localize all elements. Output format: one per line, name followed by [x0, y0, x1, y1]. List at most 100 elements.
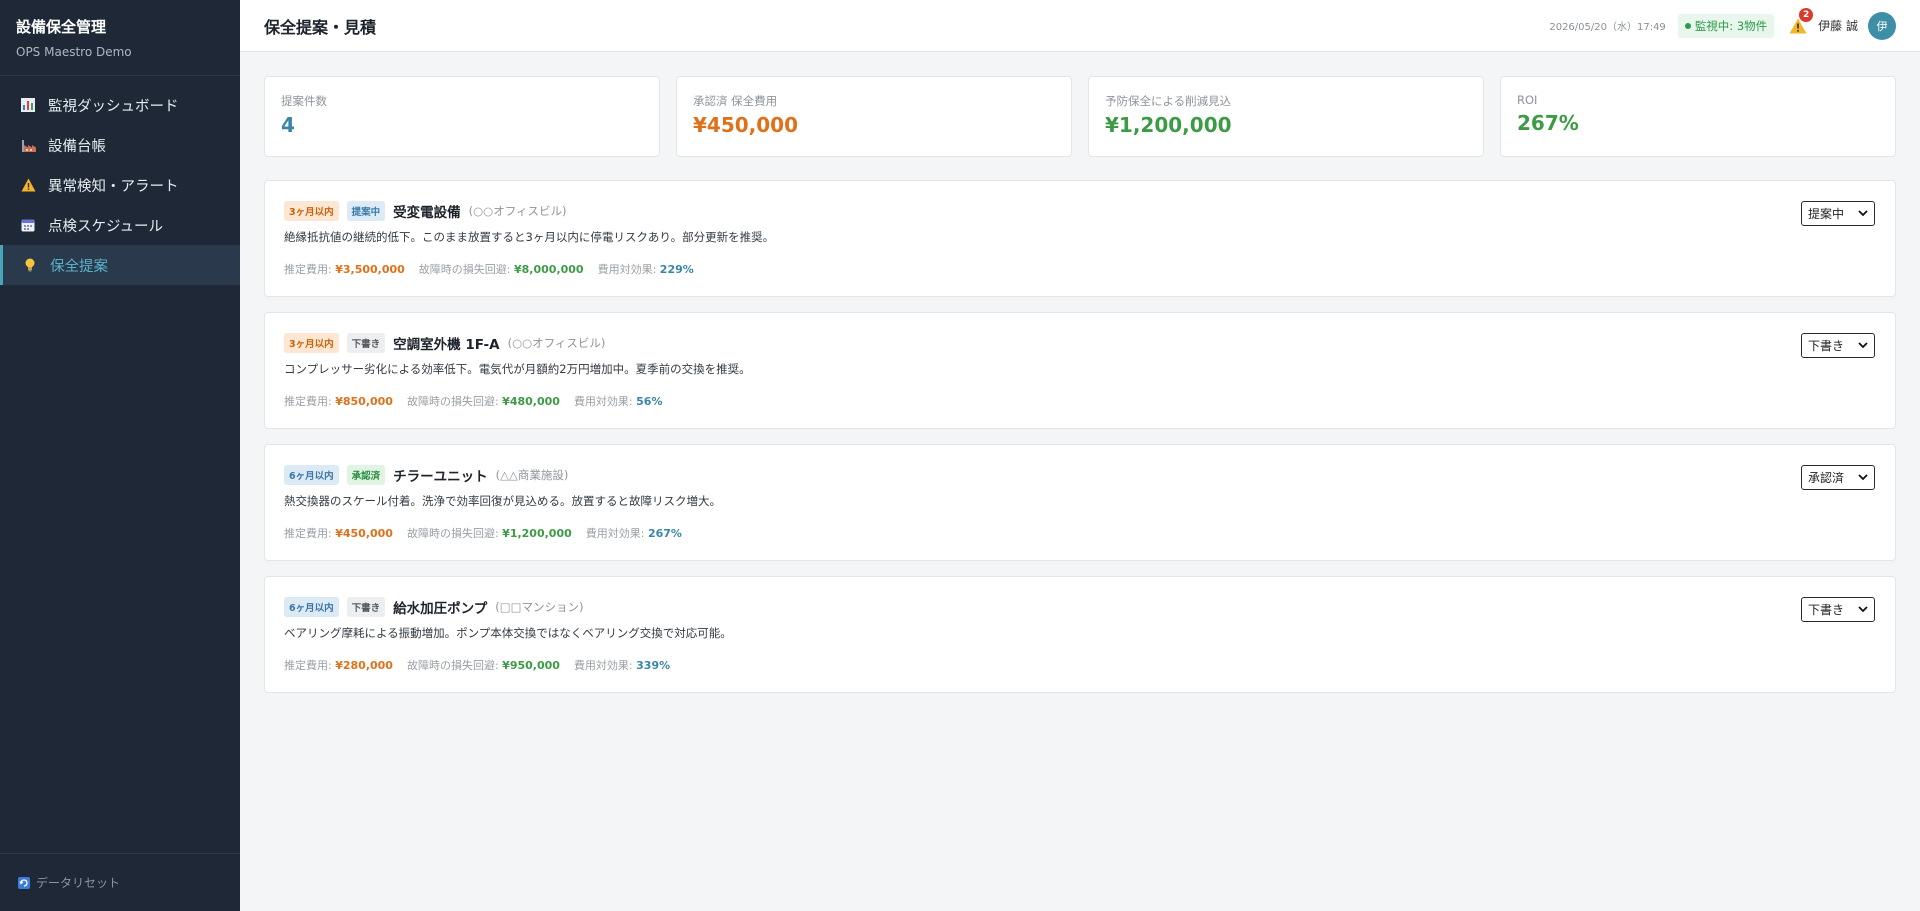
- meta-label: 費用対効果:: [573, 395, 637, 408]
- proposal-metrics: 推定費用: ¥280,000 故障時の損失回避: ¥950,000 費用対効果:…: [284, 657, 1875, 673]
- status-badge: 下書き: [346, 597, 386, 617]
- stat-card-savings: 予防保全による削減見込 ¥1,200,000: [1088, 76, 1484, 157]
- calendar-icon: [20, 217, 36, 233]
- brand: 設備保全管理 OPS Maestro Demo: [0, 0, 240, 76]
- meta-label: 推定費用:: [284, 527, 336, 540]
- cost-effectiveness: 費用対効果: 267%: [586, 525, 682, 541]
- meta-label: 費用対効果:: [597, 263, 660, 276]
- avoided-loss: 故障時の損失回避: ¥8,000,000: [419, 261, 584, 277]
- sidebar-item-label: 点検スケジュール: [48, 218, 163, 235]
- status-badge: 承認済: [346, 465, 386, 485]
- status-badge: 提案中: [346, 201, 386, 221]
- proposal-metrics: 推定費用: ¥450,000 故障時の損失回避: ¥1,200,000 費用対効…: [284, 525, 1875, 541]
- estimated-cost: 推定費用: ¥850,000: [284, 393, 393, 409]
- stat-value: 4: [281, 113, 295, 137]
- stat-value: ¥450,000: [693, 113, 799, 137]
- meta-label: 推定費用:: [284, 263, 336, 276]
- data-reset-button[interactable]: データリセット: [0, 853, 240, 911]
- meta-label: 故障時の損失回避:: [406, 527, 503, 540]
- meta-value: ¥280,000: [335, 659, 393, 672]
- meta-value: ¥480,000: [502, 395, 560, 408]
- chevron-down-icon: [1858, 210, 1868, 217]
- status-select-value: 下書き: [1808, 339, 1845, 353]
- sidebar-item-maintenance-proposals[interactable]: 保全提案: [0, 245, 240, 285]
- lightbulb-icon: [22, 257, 38, 273]
- chevron-down-icon: [1858, 474, 1868, 481]
- refresh-icon: [18, 876, 30, 889]
- chevron-down-icon: [1858, 342, 1868, 349]
- proposal-card: 3ヶ月以内 下書き 空調室外機 1F-A (○○オフィスビル) コンプレッサー劣…: [264, 312, 1896, 429]
- avoided-loss: 故障時の損失回避: ¥1,200,000: [407, 525, 572, 541]
- meta-label: 費用対効果:: [573, 659, 637, 672]
- proposal-list: 3ヶ月以内 提案中 受変電設備 (○○オフィスビル) 絶縁抵抗値の継続的低下。こ…: [264, 180, 1896, 708]
- proposal-card: 3ヶ月以内 提案中 受変電設備 (○○オフィスビル) 絶縁抵抗値の継続的低下。こ…: [264, 180, 1896, 297]
- proposal-card: 6ヶ月以内 承認済 チラーユニット (△△商業施設) 熱交換器のスケール付着。洗…: [264, 444, 1896, 561]
- proposal-description: 熱交換器のスケール付着。洗浄で効率回復が見込める。放置すると故障リスク増大。: [284, 494, 721, 508]
- equipment-name: 給水加圧ポンプ: [393, 601, 488, 617]
- stat-value: 267%: [1517, 111, 1579, 135]
- proposal-header: 3ヶ月以内 下書き 空調室外機 1F-A (○○オフィスビル): [284, 333, 1875, 353]
- sidebar: 設備保全管理 OPS Maestro Demo 監視ダッシュボード 設備台帳 異…: [0, 0, 240, 911]
- stat-value: ¥1,200,000: [1105, 113, 1232, 137]
- meta-value: ¥850,000: [335, 395, 393, 408]
- site-name: (○○オフィスビル): [468, 204, 567, 218]
- proposal-description: コンプレッサー劣化による効率低下。電気代が月額約2万円増加中。夏季前の交換を推奨…: [284, 362, 751, 376]
- sidebar-item-equipment-ledger[interactable]: 設備台帳: [0, 125, 240, 165]
- meta-label: 故障時の損失回避:: [418, 263, 514, 276]
- site-name: (○○オフィスビル): [507, 336, 606, 350]
- user-name: 伊藤 誠: [1818, 19, 1858, 33]
- period-badge: 6ヶ月以内: [284, 465, 339, 485]
- sidebar-item-inspection-schedule[interactable]: 点検スケジュール: [0, 205, 240, 245]
- meta-label: 推定費用:: [284, 659, 336, 672]
- status-select[interactable]: 提案中: [1801, 201, 1875, 226]
- bar-chart-icon: [20, 97, 36, 113]
- status-select-value: 提案中: [1808, 207, 1845, 221]
- factory-icon: [20, 137, 36, 153]
- meta-label: 故障時の損失回避:: [406, 395, 503, 408]
- proposal-description: 絶縁抵抗値の継続的低下。このまま放置すると3ヶ月以内に停電リスクあり。部分更新を…: [284, 230, 775, 244]
- status-select[interactable]: 下書き: [1801, 597, 1875, 622]
- app-subtitle: OPS Maestro Demo: [16, 45, 132, 59]
- meta-label: 故障時の損失回避:: [406, 659, 503, 672]
- estimated-cost: 推定費用: ¥3,500,000: [284, 261, 405, 277]
- meta-label: 費用対効果:: [585, 527, 648, 540]
- estimated-cost: 推定費用: ¥450,000: [284, 525, 393, 541]
- proposal-header: 6ヶ月以内 下書き 給水加圧ポンプ (□□マンション): [284, 597, 1875, 617]
- proposal-header: 6ヶ月以内 承認済 チラーユニット (△△商業施設): [284, 465, 1875, 485]
- proposal-card: 6ヶ月以内 下書き 給水加圧ポンプ (□□マンション) ベアリング摩耗による振動…: [264, 576, 1896, 693]
- proposal-description: ベアリング摩耗による振動増加。ポンプ本体交換ではなくベアリング交換で対応可能。: [284, 626, 732, 640]
- meta-value: ¥950,000: [502, 659, 560, 672]
- status-select[interactable]: 下書き: [1801, 333, 1875, 358]
- equipment-name: 受変電設備: [393, 205, 461, 221]
- cost-effectiveness: 費用対効果: 229%: [598, 261, 694, 277]
- avoided-loss: 故障時の損失回避: ¥950,000: [407, 657, 560, 673]
- status-select-value: 承認済: [1808, 471, 1845, 485]
- sidebar-item-label: 保全提案: [50, 258, 108, 275]
- period-badge: 3ヶ月以内: [284, 201, 339, 221]
- meta-value: ¥3,500,000: [335, 263, 405, 276]
- cost-effectiveness: 費用対効果: 339%: [574, 657, 670, 673]
- status-select-value: 下書き: [1808, 603, 1845, 617]
- meta-value: ¥1,200,000: [502, 527, 572, 540]
- sidebar-item-anomaly-alerts[interactable]: 異常検知・アラート: [0, 165, 240, 205]
- status-select[interactable]: 承認済: [1801, 465, 1875, 490]
- header-right: 2026/05/20（水）17:49 監視中: 3物件 2 伊藤 誠 伊: [1549, 7, 1896, 40]
- page-title: 保全提案・見積: [264, 17, 377, 37]
- alert-button[interactable]: 2: [1788, 7, 1814, 36]
- monitor-status-badge: 監視中: 3物件: [1677, 13, 1775, 38]
- status-badge: 下書き: [346, 333, 386, 353]
- sidebar-item-label: 異常検知・アラート: [48, 178, 179, 195]
- meta-value: ¥8,000,000: [514, 263, 584, 276]
- estimated-cost: 推定費用: ¥280,000: [284, 657, 393, 673]
- avatar[interactable]: 伊: [1868, 11, 1896, 40]
- chevron-down-icon: [1858, 606, 1868, 613]
- meta-value: ¥450,000: [335, 527, 393, 540]
- top-header: 保全提案・見積 2026/05/20（水）17:49 監視中: 3物件 2 伊藤…: [240, 0, 1920, 52]
- proposal-metrics: 推定費用: ¥3,500,000 故障時の損失回避: ¥8,000,000 費用…: [284, 261, 1875, 277]
- meta-value: 267%: [647, 527, 682, 540]
- stat-card-approved-cost: 承認済 保全費用 ¥450,000: [676, 76, 1072, 157]
- meta-value: 56%: [636, 395, 663, 408]
- sidebar-item-dashboard[interactable]: 監視ダッシュボード: [0, 85, 240, 125]
- stat-card-roi: ROI 267%: [1500, 76, 1896, 157]
- avoided-loss: 故障時の損失回避: ¥480,000: [407, 393, 560, 409]
